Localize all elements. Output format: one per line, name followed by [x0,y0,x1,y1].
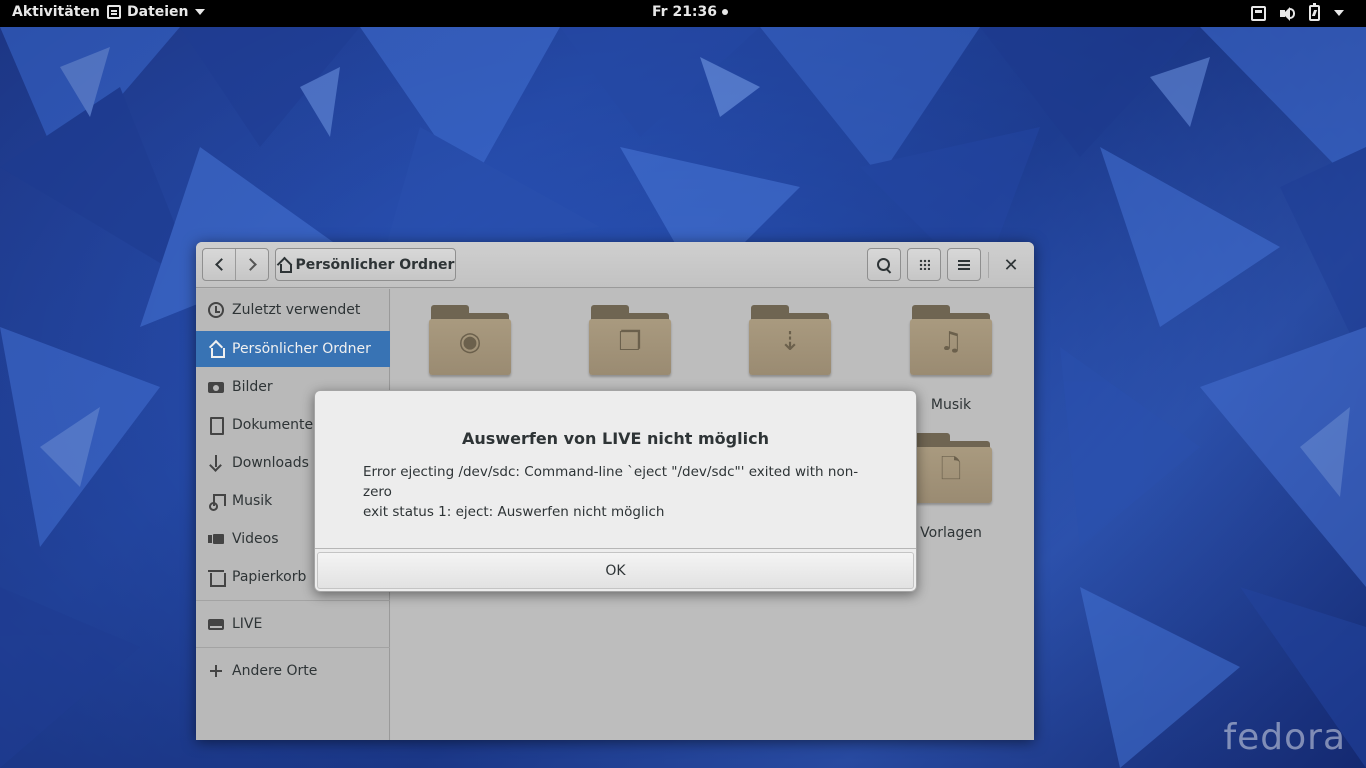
sidebar-item-recent[interactable]: Zuletzt verwendet [196,292,390,328]
display-icon [1251,5,1266,21]
trash-icon [208,569,226,587]
forward-button[interactable] [235,249,268,280]
top-bar: Aktivitäten Dateien Fr 21:36 [0,0,1366,27]
music-folder-icon: ♫ [910,305,992,377]
sidebar-item-live-drive[interactable]: LIVE [196,606,390,642]
clock[interactable]: Fr 21:36 [652,4,729,20]
sidebar-separator [196,647,390,648]
dialog-title: Auswerfen von LIVE nicht möglich [462,429,769,448]
system-tray[interactable] [1251,3,1344,21]
fedora-logo: fedora [1223,717,1346,758]
pictures-folder-icon: ◉ [429,305,511,377]
app-menu-label: Dateien [127,4,189,20]
clock-label: Fr 21:36 [652,4,718,20]
volume-icon [1280,6,1295,21]
plus-icon [208,663,224,679]
navigation-buttons [202,248,269,281]
grid-view-icon [918,259,930,270]
view-mode-button[interactable] [907,248,941,281]
ok-button[interactable]: OK [317,552,914,589]
sidebar-item-label: Papierkorb [232,569,307,585]
document-icon [208,417,224,435]
notification-dot-icon [722,9,729,15]
search-icon [877,257,891,272]
files-app-icon [107,5,121,19]
dialog-message-line: Error ejecting /dev/sdc: Command-line `e… [363,464,859,500]
sidebar-item-label: Downloads [232,455,309,471]
templates-folder-icon: 🗋 [910,433,992,505]
downloads-folder-icon: ⇣ [749,305,831,377]
header-bar: Persönlicher Ordner ✕ [196,242,1034,288]
clock-icon [208,302,224,318]
app-menu[interactable]: Dateien [107,4,205,20]
home-icon [277,258,292,273]
home-icon [208,341,225,358]
battery-icon [1309,3,1320,21]
chevron-down-icon [194,9,205,15]
chevron-left-icon [214,258,228,271]
camera-icon [208,379,224,395]
sidebar-item-label: Videos [232,531,279,547]
drive-icon [208,616,224,632]
chevron-down-icon [1334,10,1344,16]
sidebar-separator [196,600,390,601]
sidebar-item-label: Andere Orte [232,663,318,679]
eject-error-dialog: Auswerfen von LIVE nicht möglich Error e… [314,390,917,592]
search-button[interactable] [867,248,901,281]
sidebar-item-label: Zuletzt verwendet [232,302,361,318]
hamburger-menu-icon [958,263,970,266]
back-button[interactable] [203,249,235,280]
header-separator [988,252,989,278]
sidebar-item-other-locations[interactable]: Andere Orte [196,653,390,689]
documents-folder-icon: ❐ [589,305,671,377]
sidebar-item-label: Persönlicher Ordner [232,341,371,357]
sidebar-item-label: Dokumente [232,417,314,433]
path-bar-home-button[interactable]: Persönlicher Ordner [275,248,456,281]
activities-button[interactable]: Aktivitäten [12,4,100,20]
sidebar-item-label: Bilder [232,379,273,395]
download-icon [208,455,224,471]
close-icon: ✕ [1003,254,1019,276]
path-bar-label: Persönlicher Ordner [295,256,455,273]
video-icon [208,531,224,547]
dialog-message: Error ejecting /dev/sdc: Command-line `e… [363,462,883,522]
close-window-button[interactable]: ✕ [996,250,1026,280]
music-icon [208,493,226,511]
dialog-message-line: exit status 1: eject: Auswerfen nicht mö… [363,504,665,520]
sidebar-item-label: LIVE [232,616,263,632]
menu-button[interactable] [947,248,981,281]
sidebar-item-label: Musik [232,493,273,509]
dialog-action-area: OK [315,548,916,591]
sidebar-item-home[interactable]: Persönlicher Ordner [196,331,390,367]
chevron-right-icon [243,258,257,271]
